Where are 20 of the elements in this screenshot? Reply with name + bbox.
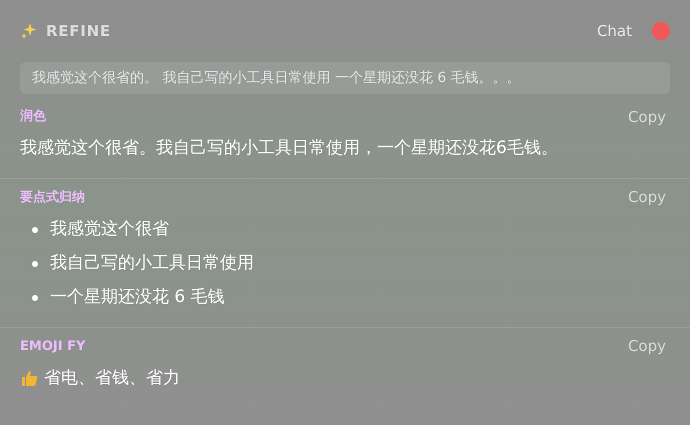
result-text: 省电、省钱、省力 xyxy=(44,366,180,390)
copy-button[interactable]: Copy xyxy=(628,335,666,358)
chat-button[interactable]: Chat xyxy=(596,20,632,42)
bullet-icon xyxy=(32,294,38,300)
sparkles-icon xyxy=(20,22,38,40)
thumbs-up-icon xyxy=(20,368,40,388)
bullet-text: 一个星期还没花 6 毛钱 xyxy=(50,286,225,309)
section-label: EMOJI FY xyxy=(20,338,86,356)
bullet-icon xyxy=(32,260,38,266)
bullet-text: 我感觉这个很省 xyxy=(50,218,169,241)
copy-button[interactable]: Copy xyxy=(628,186,666,209)
result-text: 我感觉这个很省。我自己写的小工具日常使用，一个星期还没花6毛钱。 xyxy=(20,137,559,160)
copy-button[interactable]: Copy xyxy=(628,106,666,128)
section-label: 要点式归纳 xyxy=(20,188,85,207)
section-label: 润色 xyxy=(20,108,46,126)
bullet-icon xyxy=(32,226,38,232)
bullet-text: 我自己写的小工具日常使用 xyxy=(50,252,254,275)
close-button[interactable] xyxy=(652,22,670,40)
app-title: REFINE xyxy=(46,20,111,42)
input-field[interactable]: 我感觉这个很省的。 我自己写的小工具日常使用 一个星期还没花 6 毛钱。。。 xyxy=(20,62,670,94)
